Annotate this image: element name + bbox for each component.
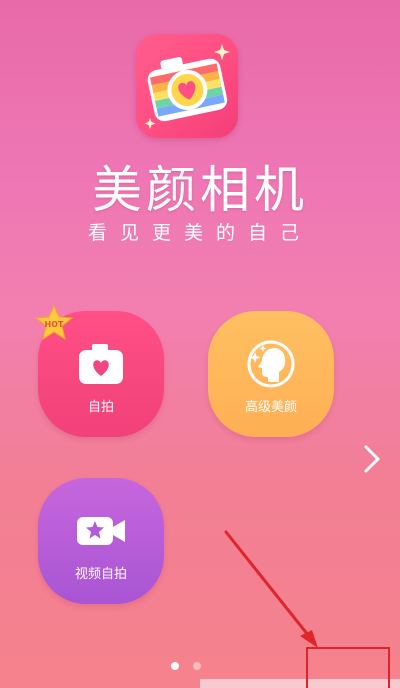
- advanced-beauty-tile-button[interactable]: 高级美颜: [208, 311, 334, 437]
- camera-heart-logo-icon: [144, 44, 230, 129]
- camera-heart-icon: [75, 338, 127, 390]
- advanced-beauty-label: 高级美颜: [244, 400, 297, 415]
- app-subtitle: 看见更美的自己: [87, 222, 312, 244]
- app-logo: [136, 34, 238, 138]
- annotation-highlight-box: [306, 647, 390, 688]
- face-profile-sparkle-icon: [245, 338, 297, 390]
- video-camera-star-icon: [75, 505, 127, 557]
- page-dot-active: [171, 662, 179, 670]
- selfie-label: 自拍: [87, 400, 114, 415]
- video-selfie-tile-button[interactable]: 视频自拍: [38, 478, 164, 604]
- star-badge-icon: HOT: [34, 304, 74, 341]
- video-selfie-label: 视频自拍: [74, 567, 127, 582]
- hot-badge: HOT: [34, 304, 74, 341]
- app-title: 美颜相机: [92, 161, 308, 219]
- page-dot: [193, 662, 201, 670]
- next-page-chevron-icon[interactable]: [360, 443, 384, 475]
- page-indicator: [167, 660, 213, 674]
- hot-badge-label: HOT: [45, 320, 64, 329]
